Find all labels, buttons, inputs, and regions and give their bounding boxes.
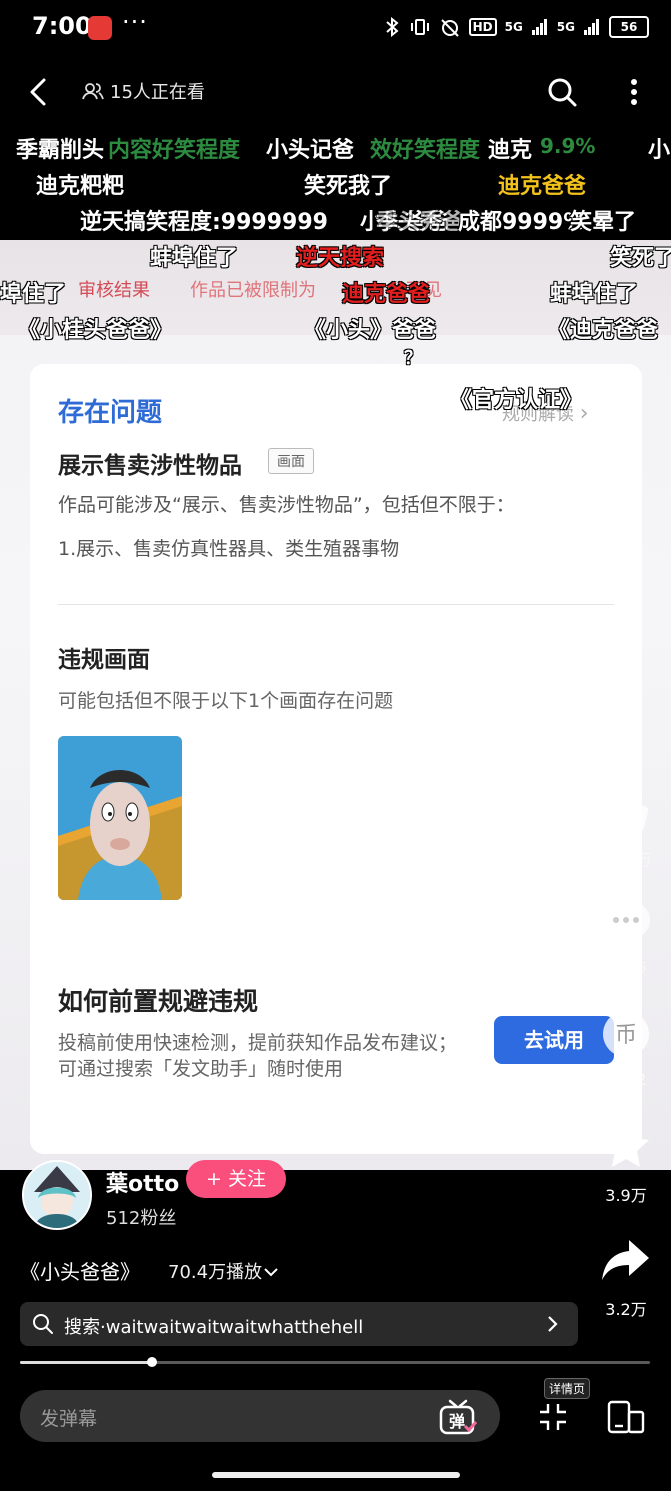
coin-count: 3152 bbox=[605, 1070, 647, 1089]
divider bbox=[58, 604, 614, 605]
share-count: 3.2万 bbox=[605, 1300, 647, 1319]
danmaku-input[interactable]: 发弹幕 bbox=[20, 1390, 500, 1442]
prevent-title: 如何前置规避违规 bbox=[58, 987, 259, 1016]
search-bar[interactable]: 搜索·waitwaitwaitwaitwhatthehell bbox=[20, 1302, 578, 1346]
avatar[interactable] bbox=[22, 1160, 92, 1230]
share-button[interactable]: 3.2万 bbox=[596, 1234, 656, 1320]
danmaku-comment: 小 bbox=[648, 138, 671, 163]
author-fans: 512粉丝 bbox=[106, 1208, 177, 1229]
share-icon bbox=[602, 1240, 649, 1280]
star-icon bbox=[603, 1123, 649, 1167]
danmaku-comment: 埠住了 bbox=[0, 282, 67, 307]
danmaku-placeholder: 发弹幕 bbox=[40, 1408, 98, 1430]
danmaku-comment: 迪克粑粑 bbox=[36, 174, 125, 199]
danmaku-comment: 《官方认证》 bbox=[450, 388, 583, 413]
search-suggestion: 搜索·waitwaitwaitwaitwhatthehell bbox=[64, 1317, 364, 1338]
rotate-screen-icon[interactable] bbox=[606, 1398, 646, 1436]
danmaku-comment: 成都9999% bbox=[458, 210, 586, 235]
svg-text:弹: 弹 bbox=[449, 1412, 465, 1431]
progress-fill bbox=[20, 1361, 153, 1364]
issue-name: 展示售卖涉性物品 bbox=[58, 453, 242, 479]
favorite-button[interactable]: 3.9万 bbox=[596, 1120, 656, 1206]
danmaku-comment: 蚌埠住了 bbox=[550, 282, 639, 307]
video-title: 《小头爸爸》 bbox=[20, 1260, 140, 1284]
issue-description: 作品可能涉及“展示、售卖涉性物品”，包括但不限于： bbox=[58, 494, 515, 516]
issue-tag: 画面 bbox=[268, 448, 314, 474]
like-button[interactable]: 14.1万 bbox=[596, 784, 656, 870]
play-count[interactable]: 70.4万播放 bbox=[168, 1258, 280, 1284]
chevron-right-icon bbox=[548, 1316, 558, 1332]
search-icon bbox=[33, 1314, 53, 1334]
coin-button[interactable]: 币 3152 bbox=[596, 1008, 656, 1089]
danmaku-comment: 迪克 bbox=[488, 138, 533, 163]
danmaku-comment: 小头记爸 bbox=[266, 138, 355, 163]
progress-bar[interactable] bbox=[20, 1357, 650, 1367]
danmaku-comment: 季霸削头 bbox=[16, 138, 105, 163]
author-name[interactable]: 葉otto bbox=[106, 1166, 179, 1198]
danmaku-layer: 季霸削头 内容好笑程度 小头记爸 效好笑程度 迪克 9.9% 小 迪克粑粑 笑死… bbox=[0, 0, 671, 420]
progress-handle[interactable] bbox=[147, 1357, 158, 1367]
danmaku-comment: 迪克爸爸 bbox=[498, 174, 587, 199]
collapse-icon[interactable] bbox=[538, 1402, 568, 1432]
violation-title: 违规画面 bbox=[58, 647, 150, 673]
danmaku-comment: 季头秀爸 bbox=[376, 210, 465, 235]
like-count: 14.1万 bbox=[600, 850, 652, 869]
chevron-down-icon bbox=[264, 1268, 278, 1277]
comment-button[interactable]: 2786 bbox=[596, 896, 656, 977]
danmaku-comment: 内容好笑程度 bbox=[108, 138, 241, 163]
danmaku-comment: 9.9% bbox=[540, 134, 596, 158]
violation-description: 可能包括但不限于以下1个画面存在问题 bbox=[58, 690, 394, 712]
danmaku-comment: 效好笑程度 bbox=[370, 138, 481, 163]
danmaku-comment: 笑晕了 bbox=[570, 210, 637, 235]
thumbs-up-icon bbox=[603, 790, 649, 832]
detail-page-label: 详情页 bbox=[544, 1378, 591, 1399]
danmaku-comment: 笑死了 bbox=[610, 246, 671, 271]
danmaku-comment: 《小头》爸爸 bbox=[304, 318, 437, 343]
coin-icon: 币 bbox=[603, 1011, 649, 1057]
follow-button[interactable]: + 关注 bbox=[186, 1160, 286, 1198]
issue-item: 1.展示、售卖仿真性器具、类生殖器事物 bbox=[58, 538, 400, 560]
danmaku-comment: 迪克爸爸 bbox=[342, 282, 431, 307]
danmaku-comment: 蚌埠住了 bbox=[150, 246, 239, 271]
favorite-count: 3.9万 bbox=[605, 1186, 647, 1205]
danmaku-comment: 笑死我了 bbox=[304, 174, 393, 199]
danmaku-comment: 逆天搞笑程度:9999999 bbox=[80, 210, 328, 235]
home-indicator[interactable] bbox=[212, 1472, 460, 1478]
violation-thumbnail bbox=[58, 736, 182, 900]
comment-count: 2786 bbox=[605, 958, 647, 977]
danmaku-comment: 逆天搜索 bbox=[296, 246, 385, 271]
comment-icon bbox=[602, 900, 650, 944]
danmaku-comment: 《小桂头爸爸》 bbox=[18, 318, 173, 343]
danmaku-comment: 《迪克爸爸 bbox=[548, 318, 659, 343]
danmaku-toggle[interactable]: 弹 bbox=[438, 1398, 478, 1435]
danmaku-comment: ？ bbox=[404, 348, 422, 369]
svg-text:币: 币 bbox=[615, 1023, 637, 1048]
prevent-description: 投稿前使用快速检测，提前获知作品发布建议；可通过搜索「发文助手」随时使用 bbox=[58, 1032, 458, 1080]
